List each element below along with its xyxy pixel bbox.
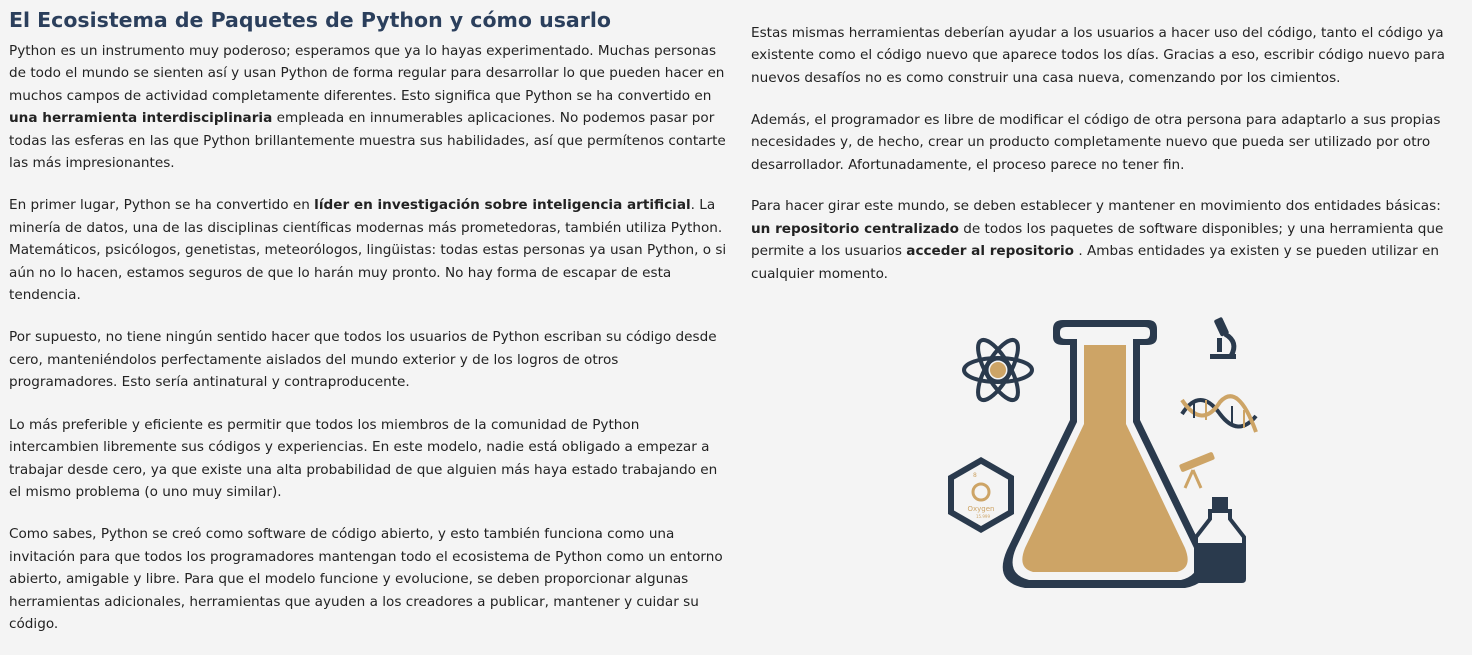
paragraph-tools: Estas mismas herramientas deberían ayuda… bbox=[751, 25, 1445, 86]
paragraph-intro: Python es un instrumento muy poderoso; e… bbox=[9, 40, 729, 174]
left-column: El Ecosistema de Paquetes de Python y có… bbox=[9, 6, 729, 655]
element-hexagon-icon: 8 O Oxygen 15.999 bbox=[948, 457, 1014, 533]
text: Python es un instrumento muy poderoso; e… bbox=[9, 43, 725, 104]
text: Para hacer girar este mundo, se deben es… bbox=[751, 198, 1441, 215]
bottle-icon bbox=[1194, 497, 1246, 583]
emphasis-interdisciplinary: una herramienta interdisciplinaria bbox=[9, 110, 273, 127]
element-number: 8 bbox=[973, 472, 977, 479]
paragraph-from-scratch: Por supuesto, no tiene ningún sentido ha… bbox=[9, 329, 717, 391]
element-name: Oxygen bbox=[968, 505, 995, 513]
element-mass: 15.999 bbox=[976, 514, 990, 519]
paragraph-open-source: Como sabes, Python se creó como software… bbox=[9, 526, 723, 632]
paragraph-modify: Además, el programador es libre de modif… bbox=[751, 111, 1441, 173]
emphasis-central-repository: un repositorio centralizado bbox=[751, 220, 959, 237]
page-title: El Ecosistema de Paquetes de Python y có… bbox=[9, 8, 611, 32]
emphasis-ai-leader: líder en investigación sobre inteligenci… bbox=[314, 197, 691, 214]
microscope-icon bbox=[1210, 317, 1237, 359]
text: En primer lugar, Python se ha convertido… bbox=[9, 197, 315, 214]
page: El Ecosistema de Paquetes de Python y có… bbox=[0, 0, 1472, 632]
flask-icon bbox=[1002, 320, 1208, 588]
telescope-icon bbox=[1179, 452, 1215, 489]
science-illustration: 8 O Oxygen 15.999 bbox=[948, 317, 1258, 588]
paragraph-exchange: Lo más preferible y eficiente es permiti… bbox=[9, 416, 718, 500]
paragraph-ai: En primer lugar, Python se ha convertido… bbox=[9, 194, 729, 306]
emphasis-access-repository: acceder al repositorio bbox=[906, 243, 1075, 260]
dna-icon bbox=[1180, 394, 1258, 433]
paragraph-repository: Para hacer girar este mundo, se deben es… bbox=[751, 195, 1463, 285]
atom-icon bbox=[962, 337, 1034, 403]
right-column: Estas mismas herramientas deberían ayuda… bbox=[751, 22, 1463, 305]
